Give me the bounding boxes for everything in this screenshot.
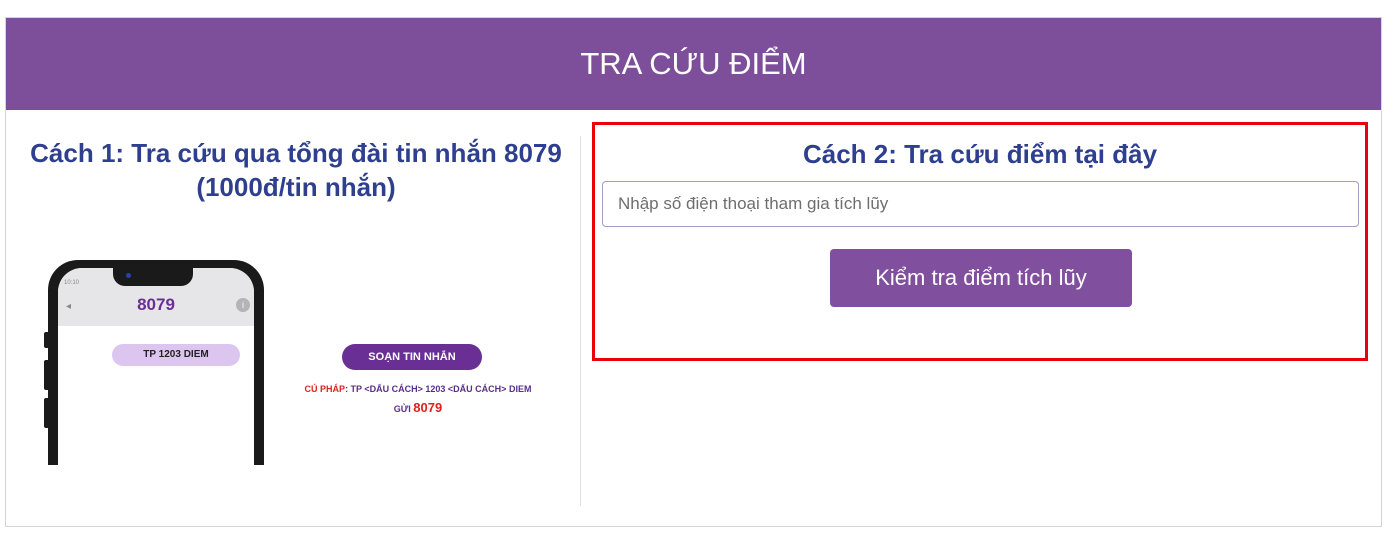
info-icon: i [236, 298, 250, 312]
send-instruction: GỬI 8079 [282, 400, 554, 415]
method2-section: Cách 2: Tra cứu điểm tại đây Kiểm tra đi… [592, 122, 1368, 361]
phone-camera [126, 273, 131, 278]
method2-title: Cách 2: Tra cứu điểm tại đây [802, 139, 1158, 169]
method1-section: Cách 1: Tra cứu qua tổng đài tin nhắn 80… [6, 110, 580, 526]
phone-notch [113, 268, 193, 286]
phone-screen: 10:10 ◂ 8079 i TP 1203 DIEM [58, 268, 254, 465]
send-text: GỬI [393, 404, 411, 414]
syntax-label: CÚ PHÁP [304, 384, 346, 394]
syntax-instruction: CÚ PHÁP: TP <DẤU CÁCH> 1203 <DẤU CÁCH> D… [282, 384, 554, 394]
phone-mockup: 10:10 ◂ 8079 i TP 1203 DIEM [44, 260, 264, 465]
phone-number-input[interactable] [602, 181, 1359, 227]
method1-title: Cách 1: Tra cứu qua tổng đài tin nhắn 80… [30, 138, 562, 202]
syntax-text: : TP <DẤU CÁCH> 1203 <DẤU CÁCH> DIEM [345, 384, 532, 394]
header-bar: TRA CỨU ĐIỂM [6, 18, 1381, 110]
phone-side-button [44, 360, 48, 390]
check-points-button[interactable]: Kiểm tra điểm tích lũy [830, 249, 1132, 307]
compose-message-label: SOẠN TIN NHẮN [342, 344, 482, 370]
phone-side-button [44, 398, 48, 428]
points-lookup-panel: TRA CỨU ĐIỂM Cách 1: Tra cứu qua tổng đà… [5, 17, 1382, 527]
column-divider [580, 136, 581, 506]
sms-instruction-illustration: 10:10 ◂ 8079 i TP 1203 DIEM SOẠN TIN NHẮ… [44, 260, 556, 470]
sms-message-bubble: TP 1203 DIEM [112, 344, 240, 366]
phone-topbar: 10:10 ◂ 8079 i [58, 268, 254, 326]
page-title: TRA CỨU ĐIỂM [580, 46, 807, 81]
phone-time: 10:10 [64, 280, 80, 286]
send-number: 8079 [413, 400, 443, 415]
phone-side-button [44, 332, 48, 348]
phone-recipient-number: 8079 [137, 295, 175, 314]
